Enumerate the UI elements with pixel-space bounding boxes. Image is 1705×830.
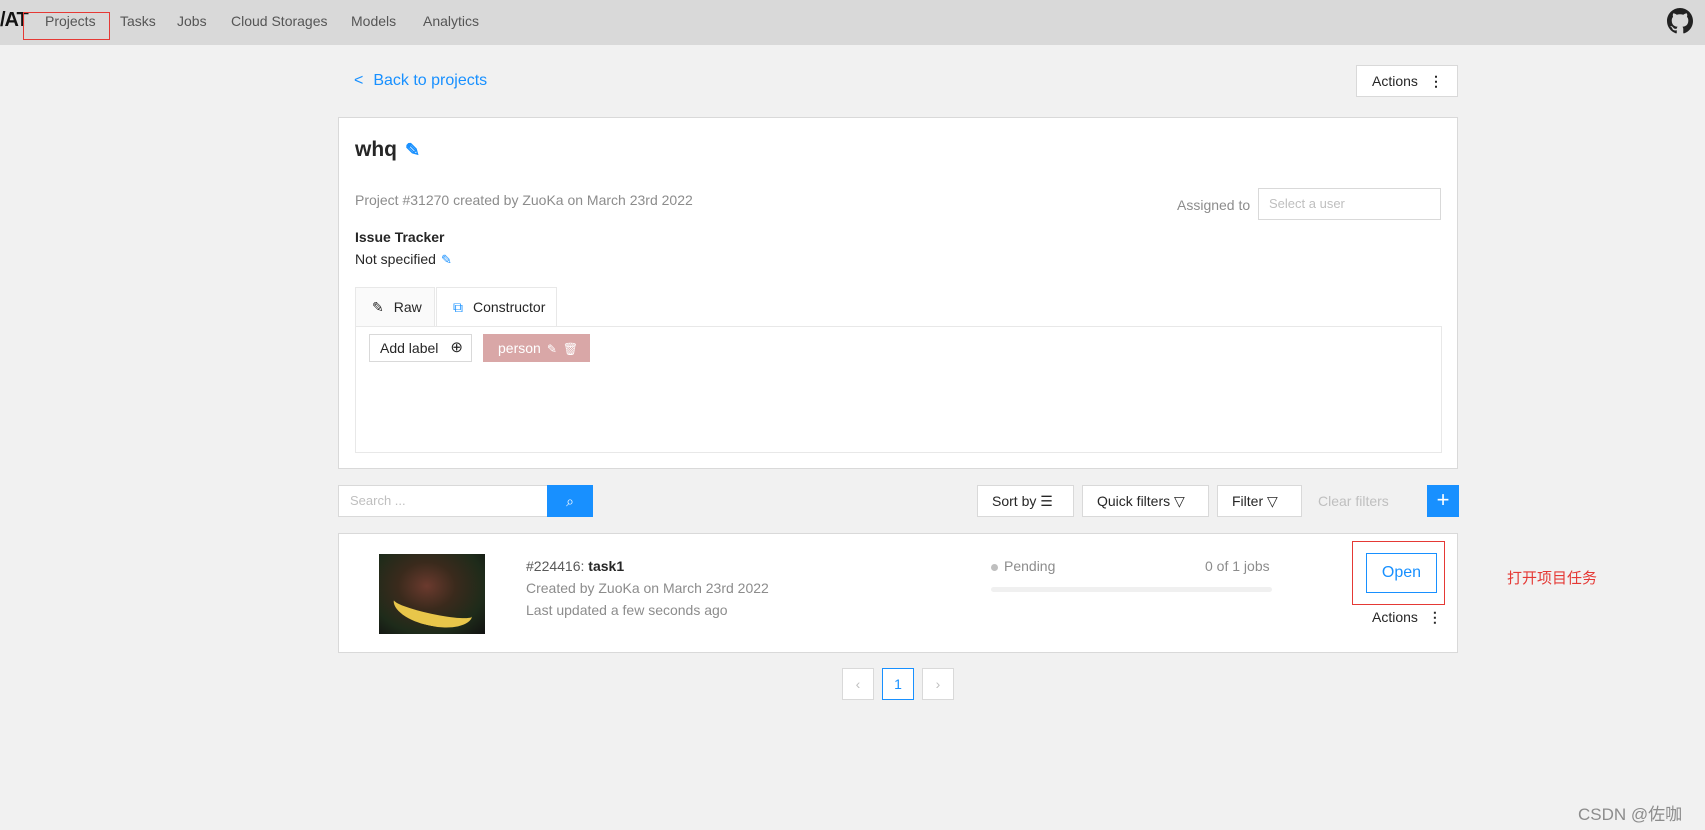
search-input[interactable]: Search ...: [338, 485, 547, 517]
banana-graphic: [390, 582, 476, 634]
actions-label: Actions: [1372, 73, 1418, 89]
tab-raw-label: Raw: [393, 299, 422, 315]
sort-list-icon: ☰: [1040, 493, 1053, 509]
more-vertical-icon: ⋮: [1427, 609, 1442, 625]
task-actions-button[interactable]: Actions ⋮: [1372, 609, 1442, 626]
task-created: Created by ZuoKa on March 23rd 2022: [526, 580, 769, 596]
highlight-box-projects: [23, 12, 110, 40]
annotation-text: 打开项目任务: [1507, 570, 1598, 587]
task-card: #224416: task1 Created by ZuoKa on March…: [338, 533, 1458, 653]
project-name: whq: [355, 138, 397, 161]
build-icon: ⧉: [453, 299, 463, 315]
assignee-select[interactable]: Select a user: [1258, 188, 1441, 220]
plus-icon: +: [1436, 487, 1450, 512]
sort-by-label: Sort by: [992, 493, 1037, 509]
label-person[interactable]: person ✎ 🗑: [483, 334, 590, 362]
pencil-icon: ✎: [372, 299, 384, 315]
tab-raw[interactable]: ✎ Raw: [355, 287, 435, 327]
project-title: whq ✎: [355, 138, 420, 162]
issue-tracker-text: Not specified: [355, 251, 436, 267]
quick-filters-label: Quick filters: [1097, 493, 1171, 509]
back-to-projects-link[interactable]: < Back to projects: [354, 72, 487, 90]
edit-issue-tracker-icon[interactable]: ✎: [441, 252, 452, 268]
chevron-right-icon: ›: [935, 676, 941, 692]
label-name: person: [498, 340, 541, 356]
watermark: CSDN @佐咖: [1578, 805, 1683, 824]
filter-button[interactable]: Filter ▽: [1217, 485, 1302, 517]
chevron-left-icon: <: [354, 72, 364, 89]
github-icon[interactable]: [1667, 8, 1693, 34]
back-label: Back to projects: [373, 72, 488, 89]
nav-models[interactable]: Models: [351, 13, 396, 29]
tab-constructor[interactable]: ⧉ Constructor: [436, 287, 557, 327]
chevron-left-icon: ‹: [855, 676, 861, 692]
status-text: Pending: [1004, 558, 1056, 574]
prev-page-button[interactable]: ‹: [842, 668, 874, 700]
page-1-button[interactable]: 1: [882, 668, 914, 700]
assigned-to-label: Assigned to: [1177, 197, 1251, 213]
project-actions-button[interactable]: Actions ⋮: [1356, 65, 1458, 97]
search-icon: ⌕: [566, 493, 574, 509]
edit-name-icon[interactable]: ✎: [405, 140, 420, 161]
filter-label: Filter: [1232, 493, 1264, 509]
task-actions-label: Actions: [1372, 609, 1418, 625]
delete-label-icon[interactable]: 🗑: [563, 342, 578, 356]
task-preview-image[interactable]: [379, 554, 485, 634]
task-progress-bar: [991, 587, 1272, 592]
issue-tracker-value: Not specified ✎: [355, 251, 452, 268]
edit-label-icon[interactable]: ✎: [547, 342, 557, 356]
add-task-button[interactable]: +: [1427, 485, 1459, 517]
search-button[interactable]: ⌕: [547, 485, 593, 517]
sort-by-button[interactable]: Sort by ☰: [977, 485, 1074, 517]
quick-filters-button[interactable]: Quick filters ▽: [1082, 485, 1209, 517]
clear-filters-button[interactable]: Clear filters: [1318, 493, 1389, 509]
task-name[interactable]: task1: [588, 558, 624, 574]
nav-analytics[interactable]: Analytics: [423, 13, 479, 29]
task-id: #224416: task1: [526, 558, 624, 574]
task-updated: Last updated a few seconds ago: [526, 602, 728, 618]
project-meta: Project #31270 created by ZuoKa on March…: [355, 192, 693, 208]
next-page-button[interactable]: ›: [922, 668, 954, 700]
jobs-progress-text: 0 of 1 jobs: [1205, 558, 1270, 574]
top-bar: /AT Projects Tasks Jobs Cloud Storages M…: [0, 0, 1705, 45]
status-dot-icon: [991, 563, 998, 571]
plus-circle-icon: ⊕: [450, 339, 463, 356]
nav-tasks[interactable]: Tasks: [120, 13, 156, 29]
nav-cloud-storages[interactable]: Cloud Storages: [231, 13, 328, 29]
issue-tracker-heading: Issue Tracker: [355, 229, 445, 245]
filter-funnel-icon: ▽: [1267, 493, 1278, 509]
task-status: Pending: [991, 558, 1055, 574]
nav-jobs[interactable]: Jobs: [177, 13, 207, 29]
highlight-box-open: [1352, 541, 1445, 605]
constructor-panel: Add label ⊕ person ✎ 🗑: [355, 326, 1442, 453]
add-label-text: Add label: [380, 340, 439, 356]
filter-icon: ▽: [1174, 493, 1185, 509]
more-vertical-icon: ⋮: [1429, 73, 1443, 89]
tab-constructor-label: Constructor: [473, 299, 546, 315]
project-details-panel: whq ✎ Project #31270 created by ZuoKa on …: [338, 117, 1458, 469]
task-number: #224416:: [526, 558, 585, 574]
add-label-button[interactable]: Add label ⊕: [369, 334, 472, 362]
